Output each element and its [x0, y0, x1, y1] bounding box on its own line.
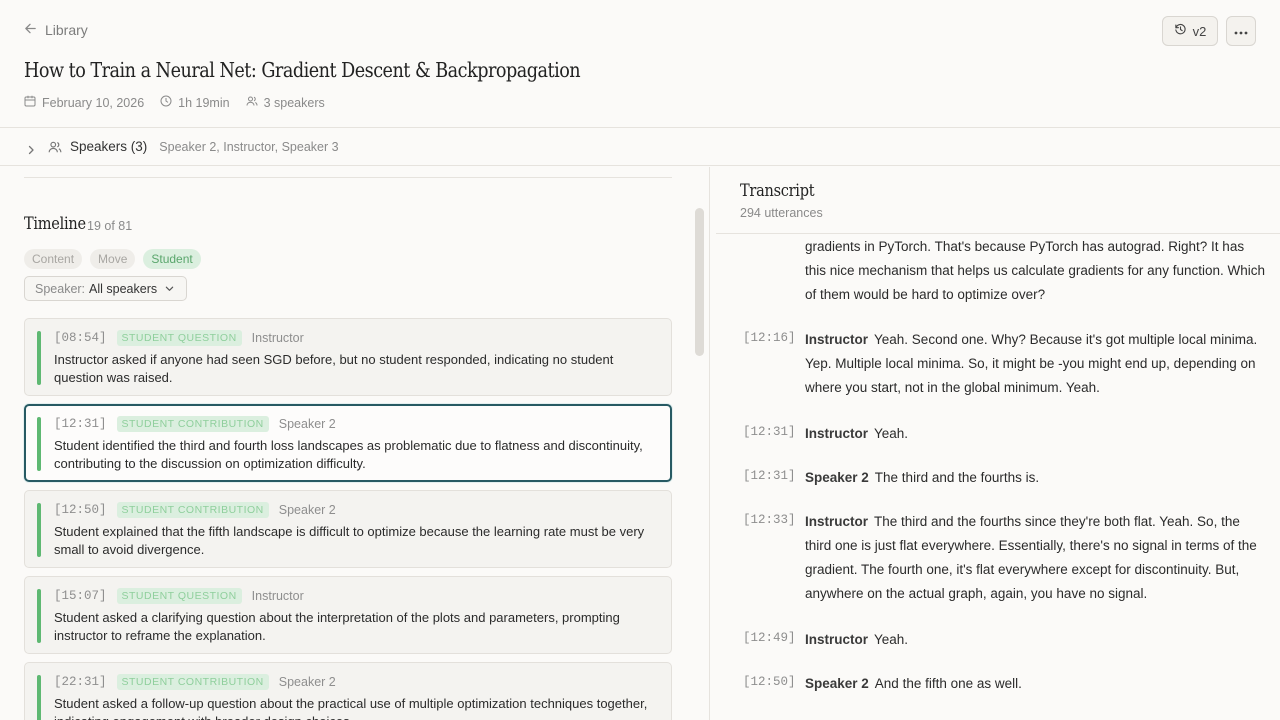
- card-text: Student identified the third and fourth …: [54, 438, 643, 471]
- timeline-scrollbar[interactable]: [695, 208, 704, 356]
- timeline-filter-chips: Content Move Student: [24, 249, 201, 269]
- history-icon: [1174, 23, 1187, 39]
- card-tag: STUDENT QUESTION: [116, 588, 242, 604]
- utterance-speaker: Instructor: [805, 332, 869, 347]
- clock-icon: [160, 95, 172, 110]
- meta-duration: 1h 19min: [160, 95, 230, 110]
- speaker-filter-key: Speaker:: [35, 281, 86, 296]
- utterance-text: Yeah. Second one. Why? Because it's got …: [805, 332, 1258, 395]
- back-to-library-link[interactable]: Library: [24, 22, 88, 38]
- card-speaker: Instructor: [251, 589, 304, 603]
- speakers-label: Speakers (3): [70, 139, 148, 154]
- card-text: Student explained that the fifth landsca…: [54, 524, 645, 557]
- meta-date: February 10, 2026: [24, 95, 144, 110]
- more-horizontal-icon: [1234, 22, 1248, 40]
- meta-speakers: 3 speakers: [246, 95, 325, 110]
- page-title: How to Train a Neural Net: Gradient Desc…: [24, 58, 581, 82]
- timeline-card[interactable]: [08:54] STUDENT QUESTION Instructor Inst…: [24, 318, 672, 396]
- timeline-card-selected[interactable]: [12:31] STUDENT CONTRIBUTION Speaker 2 S…: [24, 404, 672, 482]
- calendar-icon: [24, 95, 36, 110]
- version-history-button[interactable]: v2: [1162, 16, 1218, 46]
- speakers-count-text: 3 speakers: [263, 95, 325, 110]
- category-bar: [37, 417, 41, 471]
- utterance-text: The third and the fourths is.: [874, 470, 1040, 485]
- timeline-card[interactable]: [22:31] STUDENT CONTRIBUTION Speaker 2 S…: [24, 662, 672, 720]
- more-options-button[interactable]: [1226, 16, 1256, 46]
- card-speaker: Speaker 2: [278, 417, 336, 431]
- chevron-right-icon: [26, 142, 36, 154]
- card-text: Student asked a clarifying question abou…: [54, 610, 620, 643]
- utterance-speaker: Speaker 2: [805, 470, 869, 485]
- utterance-text: gradients in PyTorch. That's because PyT…: [805, 239, 1265, 302]
- utterance-text: The third and the fourths since they're …: [805, 514, 1257, 601]
- card-speaker: Speaker 2: [278, 675, 336, 689]
- users-icon: [48, 140, 62, 154]
- utterance-timestamp[interactable]: [12:49]: [743, 631, 796, 645]
- transcript-title: Transcript: [740, 181, 815, 200]
- timeline-count: 19 of 81: [87, 219, 133, 233]
- utterance-timestamp[interactable]: [12:31]: [743, 469, 796, 483]
- utterance-speaker: Speaker 2: [805, 676, 869, 691]
- card-timestamp[interactable]: [12:50]: [54, 503, 107, 517]
- timeline-panel: Timeline 19 of 81 Content Move Student S…: [0, 167, 710, 720]
- users-icon: [246, 95, 258, 110]
- timeline-card[interactable]: [15:07] STUDENT QUESTION Instructor Stud…: [24, 576, 672, 654]
- utterance-speaker: Instructor: [805, 514, 869, 529]
- card-tag: STUDENT CONTRIBUTION: [116, 502, 269, 518]
- duration-text: 1h 19min: [178, 95, 230, 110]
- transcript-count: 294 utterances: [740, 206, 823, 220]
- date-text: February 10, 2026: [42, 95, 145, 110]
- speaker-filter-dropdown[interactable]: Speaker: All speakers: [24, 276, 187, 301]
- timeline-cards: [08:54] STUDENT QUESTION Instructor Inst…: [24, 318, 672, 720]
- utterance-text: Yeah.: [874, 632, 909, 647]
- back-label: Library: [45, 22, 88, 38]
- divider: [24, 177, 672, 178]
- session-meta: February 10, 2026 1h 19min 3 speakers: [24, 95, 325, 110]
- card-tag: STUDENT CONTRIBUTION: [116, 416, 269, 432]
- utterance-speaker: Instructor: [805, 426, 869, 441]
- filter-chip-content[interactable]: Content: [24, 249, 83, 269]
- category-bar: [37, 503, 41, 557]
- card-timestamp[interactable]: [15:07]: [54, 589, 107, 603]
- timeline-card[interactable]: [12:50] STUDENT CONTRIBUTION Speaker 2 S…: [24, 490, 672, 568]
- card-timestamp[interactable]: [12:31]: [54, 417, 107, 431]
- arrow-left-icon: [24, 22, 37, 38]
- category-bar: [37, 589, 41, 643]
- card-speaker: Instructor: [251, 331, 304, 345]
- utterance-timestamp[interactable]: [12:33]: [743, 513, 796, 527]
- card-speaker: Speaker 2: [278, 503, 336, 517]
- card-text: Student asked a follow-up question about…: [54, 696, 648, 720]
- speaker-filter-value: All speakers: [89, 281, 158, 296]
- page-header: Library How to Train a Neural Net: Gradi…: [0, 0, 1280, 128]
- filter-chip-student[interactable]: Student: [143, 249, 201, 269]
- speakers-names: Speaker 2, Instructor, Speaker 3: [159, 139, 339, 154]
- divider: [716, 233, 1280, 234]
- utterance-timestamp[interactable]: [12:50]: [743, 675, 796, 689]
- card-timestamp[interactable]: [08:54]: [54, 331, 107, 345]
- utterance-speaker: Instructor: [805, 632, 869, 647]
- speakers-toggle[interactable]: Speakers (3) Speaker 2, Instructor, Spea…: [0, 128, 1280, 166]
- filter-chip-move[interactable]: Move: [90, 249, 136, 269]
- card-text: Instructor asked if anyone had seen SGD …: [54, 352, 614, 385]
- version-label: v2: [1192, 23, 1207, 39]
- utterance-text: And the fifth one as well.: [874, 676, 1022, 691]
- category-bar: [37, 675, 41, 720]
- card-timestamp[interactable]: [22:31]: [54, 675, 107, 689]
- card-tag: STUDENT QUESTION: [116, 330, 242, 346]
- utterance-timestamp[interactable]: [12:16]: [743, 331, 796, 345]
- category-bar: [37, 331, 41, 385]
- transcript-panel: Transcript 294 utterances gradients in P…: [711, 167, 1280, 720]
- timeline-title: Timeline: [24, 214, 86, 233]
- chevron-down-icon: [161, 282, 174, 296]
- utterance-text: Yeah.: [874, 426, 909, 441]
- utterance-timestamp[interactable]: [12:31]: [743, 425, 796, 439]
- card-tag: STUDENT CONTRIBUTION: [116, 674, 269, 690]
